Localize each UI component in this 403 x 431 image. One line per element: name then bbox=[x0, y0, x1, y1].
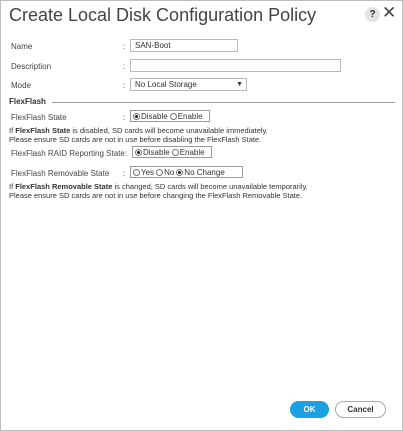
option-label: Disable bbox=[143, 147, 170, 157]
removable-state-radio-group: Yes No No Change bbox=[130, 166, 243, 178]
name-label: Name bbox=[11, 42, 33, 51]
description-field[interactable] bbox=[130, 59, 341, 72]
raid-reporting-option-disable[interactable]: Disable bbox=[135, 148, 170, 157]
flexflash-state-label: FlexFlash State bbox=[11, 113, 67, 122]
raid-reporting-option-enable[interactable]: Enable bbox=[171, 147, 205, 157]
radio-selected-icon bbox=[176, 168, 184, 176]
radio-unselected-icon bbox=[169, 112, 177, 120]
removable-state-option-yes[interactable]: Yes bbox=[133, 168, 154, 177]
removable-state-option-no-change[interactable]: No Change bbox=[176, 167, 225, 177]
chevron-down-icon: ▼ bbox=[236, 81, 243, 88]
flexflash-state-note-line1: If FlexFlash State is disabled, SD cards… bbox=[9, 126, 268, 135]
name-field[interactable]: SAN-Boot bbox=[130, 39, 238, 52]
option-label: No bbox=[164, 167, 175, 177]
flexflash-state-note-line2: Please ensure SD cards are not in use be… bbox=[9, 135, 262, 144]
section-divider bbox=[52, 102, 395, 103]
option-label: Yes bbox=[141, 167, 155, 177]
raid-reporting-colon: : bbox=[125, 149, 128, 158]
option-label: Enable bbox=[179, 147, 205, 157]
flexflash-section-title: FlexFlash bbox=[9, 97, 46, 106]
removable-state-label: FlexFlash Removable State bbox=[11, 169, 110, 178]
mode-colon: : bbox=[123, 81, 126, 90]
removable-state-note-line1: If FlexFlash Removable State is changed,… bbox=[9, 182, 308, 191]
flexflash-state-radio-group: Disable Enable bbox=[130, 110, 210, 122]
radio-selected-icon bbox=[133, 112, 140, 120]
removable-state-option-no[interactable]: No bbox=[156, 168, 174, 177]
option-label: Enable bbox=[177, 111, 203, 121]
raid-reporting-radio-group: Disable Enable bbox=[132, 146, 212, 158]
option-label: No Change bbox=[184, 167, 225, 177]
mode-label: Mode bbox=[11, 81, 32, 90]
removable-state-note-line2: Please ensure SD cards are not in use be… bbox=[9, 191, 303, 200]
removable-state-colon: : bbox=[123, 169, 126, 178]
dialog-title: Create Local Disk Configuration Policy bbox=[9, 5, 317, 25]
mode-select[interactable]: No Local Storage ▼ bbox=[130, 78, 247, 91]
flexflash-state-colon: : bbox=[123, 113, 126, 122]
radio-selected-icon bbox=[135, 148, 142, 156]
option-label: Disable bbox=[141, 111, 168, 121]
radio-unselected-icon bbox=[156, 168, 164, 176]
flexflash-state-option-enable[interactable]: Enable bbox=[169, 111, 203, 121]
name-colon: : bbox=[123, 42, 126, 51]
flexflash-state-option-disable[interactable]: Disable bbox=[133, 112, 168, 121]
help-icon[interactable]: ? bbox=[365, 7, 380, 22]
cancel-button[interactable]: Cancel bbox=[335, 401, 386, 418]
close-icon[interactable]: ✕ bbox=[382, 3, 396, 23]
radio-unselected-icon bbox=[133, 168, 140, 176]
description-label: Description bbox=[11, 62, 52, 71]
raid-reporting-label: FlexFlash RAID Reporting State bbox=[11, 149, 125, 158]
description-colon: : bbox=[123, 62, 126, 71]
mode-select-value: No Local Storage bbox=[135, 80, 197, 89]
radio-unselected-icon bbox=[171, 148, 179, 156]
dialog: Create Local Disk Configuration Policy ?… bbox=[0, 0, 403, 431]
ok-button[interactable]: OK bbox=[290, 401, 329, 418]
